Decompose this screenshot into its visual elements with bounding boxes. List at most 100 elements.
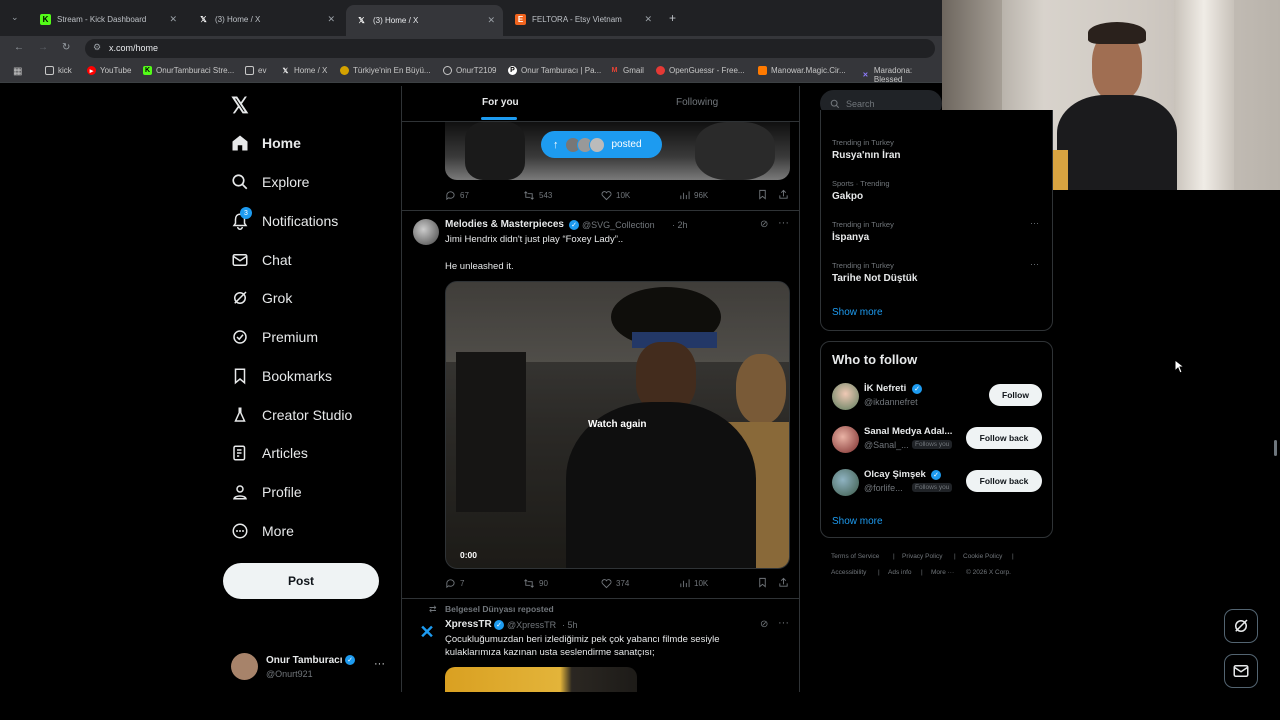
nav-explore[interactable]: Explore [230,170,309,194]
tab-search-icon[interactable]: ⌄ [11,12,19,23]
bookmark-ev[interactable]: ev [245,66,266,75]
follow-name[interactable]: İK Nefreti [864,383,906,394]
tweet-time[interactable]: · 5h [562,620,578,630]
avatar[interactable]: ✕ [416,621,438,643]
avatar[interactable] [832,469,859,496]
post-button[interactable]: Post [223,563,379,599]
bookmark-maradona[interactable]: ✕ Maradona: Blessed [861,66,942,84]
nav-bookmarks[interactable]: Bookmarks [230,364,332,388]
bookmark-openguessr[interactable]: OpenGuessr - Free... [656,66,745,75]
nav-premium[interactable]: Premium [230,325,318,349]
scrollbar-thumb[interactable] [1274,440,1277,456]
bookmark-patreon[interactable]: P Onur Tamburacı | Pa... [508,66,601,75]
avatar[interactable] [832,426,859,453]
author-name[interactable]: Melodies & Masterpieces [445,219,564,230]
tab-kick[interactable]: K Stream - Kick Dashboard ✕ [30,7,185,31]
bookmark-button[interactable] [757,189,772,200]
back-icon[interactable]: ← [14,42,24,53]
like-button[interactable]: 10K [601,190,630,201]
tab-etsy[interactable]: E FELTORA - Etsy Vietnam ✕ [505,7,660,31]
video-player[interactable]: Watch again 0:00 [445,281,790,569]
url-field[interactable]: ⚙ x.com/home [85,39,935,58]
close-icon[interactable]: ✕ [644,14,652,25]
close-icon[interactable]: ✕ [487,15,495,26]
repost-label[interactable]: Belgesel Dünyası reposted [445,604,554,614]
trend-item[interactable]: Sports · Trending Gakpo [832,179,890,202]
bookmark-button[interactable] [757,577,772,588]
trend-item[interactable]: Trending in Turkey Tarihe Not Düştük [832,261,917,284]
share-button[interactable] [778,577,793,588]
follow-button[interactable]: Follow [989,384,1042,406]
account-switcher[interactable]: Onur Tamburacı ✓ @Onurt921 ··· [231,653,391,683]
bookmark-kick[interactable]: kick [45,66,72,75]
bookmark-youtube[interactable]: ▸ YouTube [87,66,131,75]
tweet-time[interactable]: · 2h [672,220,688,230]
nav-creator-studio[interactable]: Creator Studio [230,403,352,427]
bookmark-turkiye[interactable]: Türkiye'nin En Büyü... [340,66,431,75]
messages-float-button[interactable] [1224,654,1258,688]
accessibility-link[interactable]: Accessibility [831,569,866,576]
repost-button[interactable]: 90 [523,578,548,589]
cookie-link[interactable]: Cookie Policy [963,553,1002,560]
nav-more[interactable]: More [230,519,294,543]
ads-info-link[interactable]: Ads info [888,569,912,576]
tab-x-home-1[interactable]: 𝕏 (3) Home / X ✕ [188,7,343,31]
bookmark-onurt2109[interactable]: OnurT2109 [443,66,496,75]
x-logo-icon[interactable]: 𝕏 [231,93,249,119]
forward-icon[interactable]: → [38,42,48,53]
reply-button[interactable]: 67 [445,190,469,201]
follow-back-button[interactable]: Follow back [966,427,1042,449]
tab-following[interactable]: Following [676,97,718,108]
nav-profile[interactable]: Profile [230,480,302,504]
views-button[interactable]: 10K [679,578,708,589]
author-handle[interactable]: @XpressTR [507,620,556,630]
author-handle[interactable]: @SVG_Collection [582,220,655,230]
show-more-link[interactable]: Show more [832,516,883,527]
like-button[interactable]: 374 [601,578,629,589]
bookmark-x-home[interactable]: 𝕏 Home / X [281,66,328,75]
author-name[interactable]: XpressTR [445,619,492,630]
terms-link[interactable]: Terms of Service [831,553,879,560]
new-posts-pill[interactable]: ↑ posted [541,131,662,158]
nav-notifications[interactable]: 3 Notifications [230,207,338,233]
share-button[interactable] [778,189,793,200]
more-dots-icon[interactable]: ··· [1030,218,1039,228]
tab-for-you[interactable]: For you [482,97,519,108]
reload-icon[interactable]: ↻ [62,42,70,53]
tab-x-home-2[interactable]: 𝕏 (3) Home / X ✕ [346,5,503,36]
more-dots-icon[interactable]: ··· [374,658,385,670]
grok-icon[interactable]: ⊘ [760,219,768,230]
follow-name[interactable]: Sanal Medya Adal... [864,426,952,437]
trend-item[interactable]: Trending in Turkey Rusya'nın İran [832,138,901,161]
show-more-link[interactable]: Show more [832,307,883,318]
more-dots-icon[interactable]: ··· [1030,259,1039,269]
tweet-media-image[interactable] [445,667,637,692]
views-button[interactable]: 96K [679,190,708,201]
follow-name[interactable]: Olcay Şimşek [864,469,926,480]
nav-articles[interactable]: Articles [230,441,308,465]
new-tab-icon[interactable]: + [669,11,676,25]
bookmark-manowar[interactable]: Manowar.Magic.Cir... [758,66,846,75]
close-icon[interactable]: ✕ [327,14,335,25]
bookmark-onur-stream[interactable]: K OnurTamburaci Stre... [143,66,234,75]
nav-grok[interactable]: Grok [230,286,292,310]
avatar[interactable] [413,219,439,245]
close-icon[interactable]: ✕ [169,14,177,25]
more-dots-icon[interactable]: ··· [778,617,789,629]
nav-chat[interactable]: Chat [230,248,292,272]
avatar[interactable] [832,383,859,410]
grok-icon[interactable]: ⊘ [760,619,768,630]
follow-back-button[interactable]: Follow back [966,470,1042,492]
more-link[interactable]: More ··· [931,569,954,576]
nav-home[interactable]: Home [230,131,301,155]
watch-again-button[interactable]: Watch again [588,419,647,430]
apps-grid-icon[interactable]: ▦ [13,66,22,77]
follow-handle[interactable]: @forlife... [864,483,903,493]
more-dots-icon[interactable]: ··· [778,217,789,229]
trend-item[interactable]: Trending in Turkey İspanya [832,220,894,243]
bookmark-gmail[interactable]: M Gmail [610,66,644,75]
grok-float-button[interactable] [1224,609,1258,643]
repost-button[interactable]: 543 [523,190,552,201]
site-info-icon[interactable]: ⚙ [93,42,101,53]
reply-button[interactable]: 7 [445,578,464,589]
